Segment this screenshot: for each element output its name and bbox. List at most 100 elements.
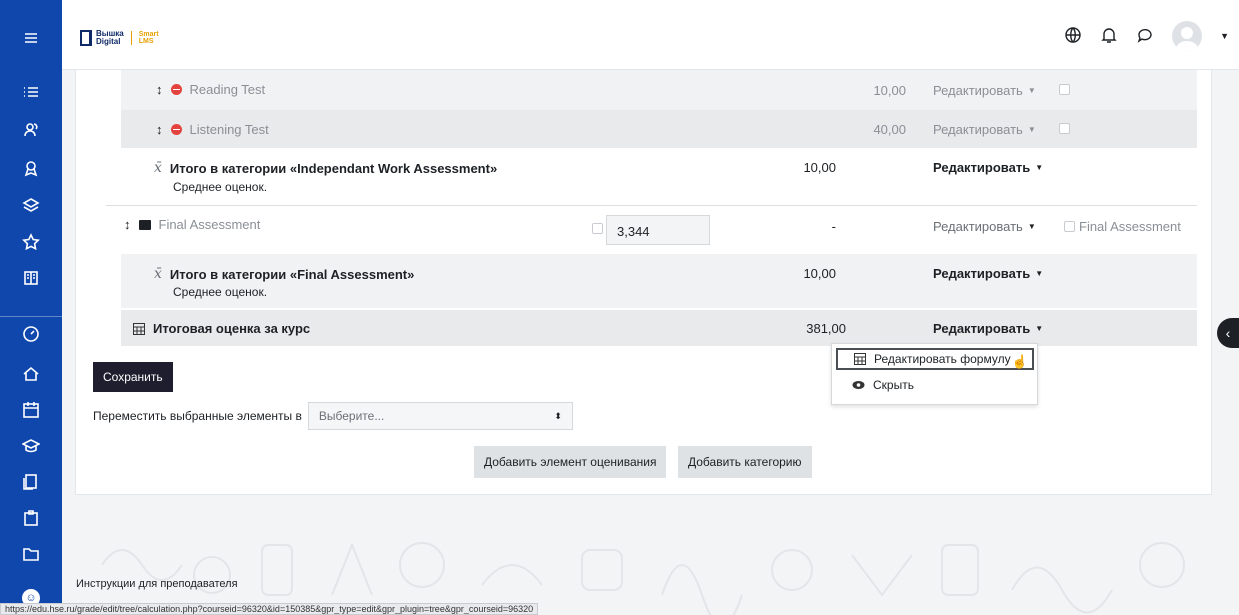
edit-menu-toggle[interactable]: Редактировать ▼ [933,83,1036,98]
logo-mark-icon [80,30,92,46]
logo-line2: Digital [96,37,121,46]
dropdown-item-label: Редактировать формулу [874,352,1011,366]
select-checkbox[interactable] [1059,123,1070,134]
calculator-icon [854,353,866,365]
edit-menu-label: Редактировать [933,122,1023,137]
drawer-toggle-chevron-left-icon[interactable]: ‹ [1217,318,1239,348]
dashboard-gauge-icon[interactable] [0,316,62,352]
logo-brand2: LMS [138,38,154,45]
category-name[interactable]: Final Assessment [159,217,261,232]
select-checkbox[interactable] [1059,84,1070,95]
category-total-row: x̄ Итого в категории «Independant Work A… [121,148,1197,204]
calendar-icon[interactable] [0,392,62,428]
edit-menu-toggle[interactable]: Редактировать ▼ [933,122,1036,137]
folder-icon[interactable] [0,536,62,572]
teacher-instructions-link[interactable]: Инструкции для преподавателя [76,578,238,590]
top-navbar: Вышка Digital Smart LMS ▼ [62,0,1239,70]
caret-down-icon: ▼ [1035,163,1044,172]
category-row: ↕ Final Assessment 3,344 - Редактировать… [106,205,1197,249]
add-grade-item-button[interactable]: Добавить элемент оценивания [474,446,667,478]
bell-icon[interactable] [1100,26,1118,47]
aggregation-method: Среднее оценок. [173,285,268,299]
documents-icon[interactable] [0,464,62,500]
browser-status-url: https://edu.hse.ru/grade/edit/tree/calcu… [0,603,539,615]
site-logo[interactable]: Вышка Digital Smart LMS [80,30,159,46]
checkbox-label: Final Assessment [1079,219,1181,234]
caret-down-icon: ▼ [1027,86,1036,95]
grade-item-row: ↕ Reading Test 10,00 Редактировать ▼ [121,70,1197,110]
graduation-cap-icon[interactable] [0,428,62,464]
logo-brand1: Smart [138,31,159,38]
weight-checkbox[interactable] [592,223,603,234]
top-icons: ▼ [1064,21,1239,51]
decorative-doodle-background [101,542,1185,615]
list-icon[interactable] [0,74,62,110]
move-handle-icon[interactable]: ↕ [156,82,163,97]
user-avatar[interactable] [1172,21,1203,51]
max-grade-value: 10,00 [803,266,836,281]
edit-menu-toggle[interactable]: Редактировать ▼ [933,219,1036,234]
quiz-icon [170,124,182,135]
course-total-row: Итоговая оценка за курс 381,00 Редактиро… [121,310,1197,346]
caret-down-icon: ▼ [1035,324,1044,333]
layers-icon[interactable] [0,188,62,224]
dropdown-item-label: Скрыть [873,378,914,392]
select-category-checkbox[interactable]: Final Assessment [1064,219,1181,234]
user-menu-chevron-down-icon[interactable]: ▼ [1220,31,1229,41]
hand-cursor-icon: ☝ [1011,354,1028,369]
sigma-icon: x̄ [154,266,162,282]
move-target-select[interactable]: Выберите... ⬍ [307,402,573,430]
move-handle-icon[interactable]: ↕ [124,217,131,232]
category-total-row: x̄ Итого в категории «Final Assessment» … [121,254,1197,308]
weight-input[interactable]: 3,344 [606,215,710,245]
edit-dropdown-menu: Редактировать формулу ☝ Скрыть [831,343,1038,405]
edit-menu-label: Редактировать [933,160,1031,175]
course-total-name: Итоговая оценка за курс [153,321,311,336]
star-icon[interactable] [0,224,62,260]
max-grade-value: 40,00 [873,122,906,137]
globe-icon[interactable] [1064,26,1082,47]
edit-menu-toggle[interactable]: Редактировать ▼ [933,321,1043,336]
dropdown-item-hide[interactable]: Скрыть [832,374,914,396]
edit-menu-label: Редактировать [933,266,1031,281]
edit-menu-toggle[interactable]: Редактировать ▼ [933,160,1043,175]
edit-menu-label: Редактировать [933,83,1023,98]
max-grade-value: 10,00 [873,83,906,98]
caret-down-icon: ▼ [1027,125,1036,134]
eye-icon [852,381,865,389]
edit-menu-toggle[interactable]: Редактировать ▼ [933,266,1043,281]
gradebook-setup-panel: ↕ Reading Test 10,00 Редактировать ▼ ↕ L… [75,70,1212,495]
save-button[interactable]: Сохранить [93,362,173,392]
caret-down-icon: ▼ [1035,269,1044,278]
move-handle-icon[interactable]: ↕ [156,122,163,137]
select-checkbox[interactable] [1064,221,1075,232]
category-total-name: Итого в категории «Independant Work Asse… [169,160,498,176]
grade-item-name[interactable]: Listening Test [190,122,269,137]
quiz-icon [170,84,182,95]
caret-down-icon: ▼ [1027,222,1036,231]
category-total-name: Итого в категории «Final Assessment» [169,266,415,282]
hamburger-menu-icon[interactable] [0,20,62,56]
calculator-icon [133,322,145,335]
chat-bubble-icon[interactable] [1136,26,1154,47]
aggregation-method: Среднее оценок. [173,180,268,194]
edit-menu-label: Редактировать [933,321,1031,336]
grade-item-row: ↕ Listening Test 40,00 Редактировать ▼ [121,110,1197,148]
users-icon[interactable] [0,112,62,148]
edit-menu-label: Редактировать [933,219,1023,234]
max-grade-value: - [831,219,836,234]
move-items-row: Переместить выбранные элементы в Выберит… [93,402,573,430]
home-icon[interactable] [0,356,62,392]
clipboard-icon[interactable] [0,500,62,536]
max-grade-value: 10,00 [803,160,836,175]
dropdown-item-edit-formula[interactable]: Редактировать формулу ☝ [836,348,1034,370]
max-grade-value: 381,00 [806,321,846,336]
folder-icon [138,219,151,230]
book-icon[interactable] [0,260,62,296]
grade-item-name[interactable]: Reading Test [190,82,266,97]
left-nav-rail [0,0,62,615]
add-category-button[interactable]: Добавить категорию [678,446,812,478]
select-updown-icon: ⬍ [554,410,562,421]
sigma-icon: x̄ [154,160,162,176]
award-icon[interactable] [0,150,62,186]
